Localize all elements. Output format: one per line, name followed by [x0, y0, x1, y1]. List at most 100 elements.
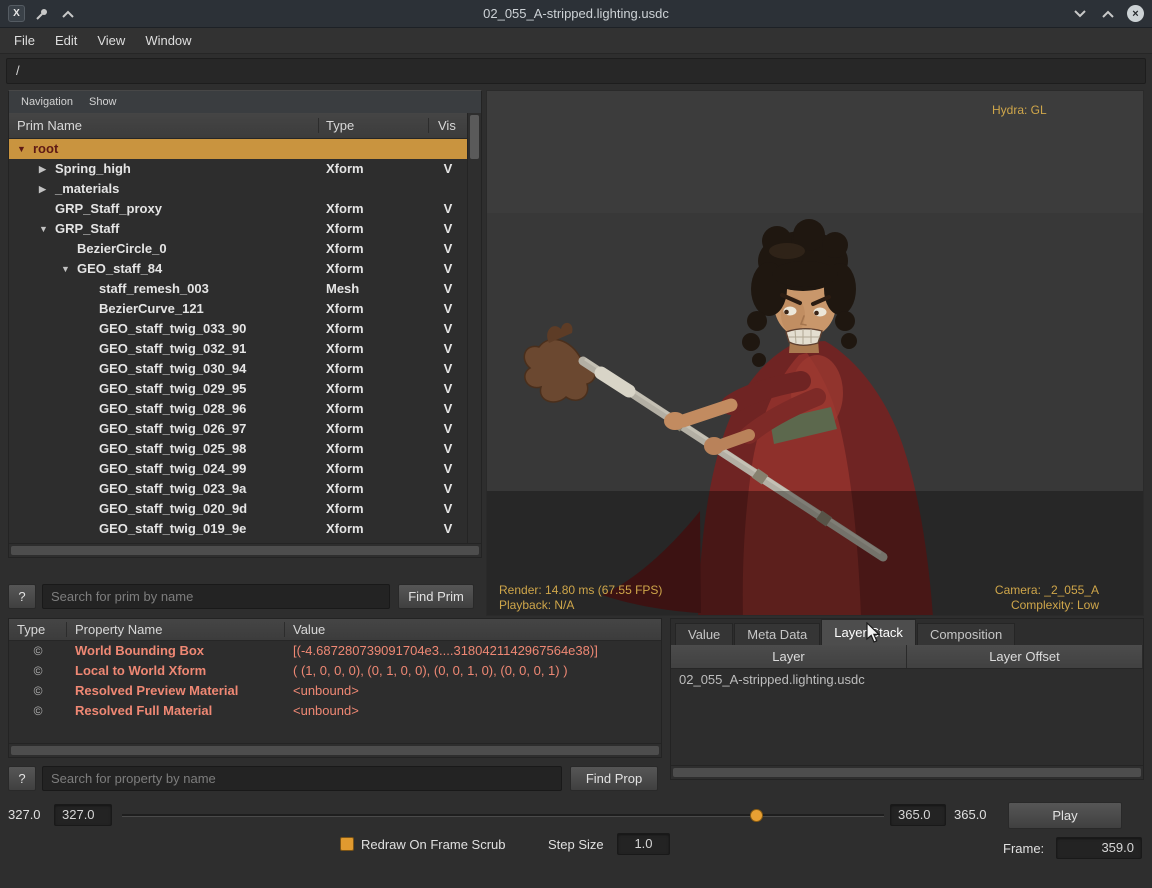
prim-visibility[interactable]: V [429, 379, 467, 399]
chevron-down-icon[interactable] [1071, 5, 1089, 23]
prim-visibility[interactable]: V [429, 259, 467, 279]
property-value: <unbound> [285, 701, 661, 721]
column-header-type[interactable]: Type [9, 622, 67, 637]
tab-navigation[interactable]: Navigation [15, 96, 79, 108]
frame-field[interactable]: 359.0 [1056, 837, 1142, 859]
prim-visibility[interactable]: V [429, 299, 467, 319]
prim-visibility[interactable]: V [429, 339, 467, 359]
prim-row-GRP_Staff[interactable]: ▼GRP_StaffXformV [9, 219, 467, 239]
layer-horizontal-scrollbar[interactable] [671, 765, 1143, 779]
shade-icon[interactable] [59, 5, 77, 23]
tree-vertical-scrollbar[interactable] [467, 113, 481, 543]
range-start-field[interactable]: 327.0 [54, 804, 112, 826]
menu-edit[interactable]: Edit [45, 28, 87, 54]
collapse-arrow-icon[interactable]: ▼ [17, 139, 33, 159]
prim-row-GEO_staff_84[interactable]: ▼GEO_staff_84XformV [9, 259, 467, 279]
prim-row-GEO_staff_twig_020_9d[interactable]: GEO_staff_twig_020_9dXformV [9, 499, 467, 519]
prim-row-GEO_staff_twig_025_98[interactable]: GEO_staff_twig_025_98XformV [9, 439, 467, 459]
prim-visibility[interactable]: V [429, 439, 467, 459]
find-prop-button[interactable]: Find Prop [570, 766, 658, 791]
layer-row[interactable]: 02_055_A-stripped.lighting.usdc [671, 669, 1143, 691]
path-bar[interactable]: / [6, 58, 1146, 84]
prim-visibility[interactable]: V [429, 219, 467, 239]
redraw-on-frame-scrub-checkbox[interactable] [340, 837, 354, 851]
prim-row-GEO_staff_twig_023_9a[interactable]: GEO_staff_twig_023_9aXformV [9, 479, 467, 499]
step-size-field[interactable]: 1.0 [617, 833, 670, 855]
scrollbar-thumb[interactable] [11, 546, 479, 555]
prim-row-GEO_staff_twig_019_9e[interactable]: GEO_staff_twig_019_9eXformV [9, 519, 467, 539]
prim-row-GRP_Staff_proxy[interactable]: GRP_Staff_proxyXformV [9, 199, 467, 219]
find-prim-button[interactable]: Find Prim [398, 584, 474, 609]
pin-icon[interactable] [33, 5, 51, 23]
prim-visibility[interactable]: V [429, 419, 467, 439]
property-search-input[interactable] [42, 766, 562, 791]
tab-show[interactable]: Show [83, 96, 123, 108]
column-header-layer-offset[interactable]: Layer Offset [907, 645, 1143, 668]
close-button[interactable]: × [1127, 5, 1144, 22]
property-row[interactable]: ©World Bounding Box[(-4.687280739091704e… [9, 641, 661, 661]
prim-visibility[interactable]: V [429, 319, 467, 339]
prim-row-GEO_staff_twig_030_94[interactable]: GEO_staff_twig_030_94XformV [9, 359, 467, 379]
prim-row-root[interactable]: ▼root [9, 139, 467, 159]
prim-visibility[interactable]: V [429, 239, 467, 259]
property-row[interactable]: ©Resolved Full Material<unbound> [9, 701, 661, 721]
prim-row-GEO_staff_twig_029_95[interactable]: GEO_staff_twig_029_95XformV [9, 379, 467, 399]
column-header-vis[interactable]: Vis [429, 118, 467, 133]
prim-row-GEO_staff_twig_026_97[interactable]: GEO_staff_twig_026_97XformV [9, 419, 467, 439]
prim-search-input[interactable] [42, 584, 390, 609]
chevron-up-icon[interactable] [1099, 5, 1117, 23]
column-header-layer[interactable]: Layer [671, 645, 907, 668]
frame-slider-handle[interactable] [750, 809, 763, 822]
scrollbar-thumb[interactable] [470, 115, 479, 159]
prim-visibility[interactable]: V [429, 499, 467, 519]
prim-visibility[interactable]: V [429, 199, 467, 219]
column-header-property-name[interactable]: Property Name [67, 622, 285, 637]
prim-visibility[interactable] [429, 139, 467, 159]
prim-visibility[interactable]: V [429, 399, 467, 419]
prim-visibility[interactable]: V [429, 479, 467, 499]
tab-meta-data[interactable]: Meta Data [734, 623, 820, 645]
prim-visibility[interactable]: V [429, 519, 467, 539]
range-end-field[interactable]: 365.0 [890, 804, 946, 826]
prim-row-BezierCurve_121[interactable]: BezierCurve_121XformV [9, 299, 467, 319]
prim-row-GEO_staff_twig_024_99[interactable]: GEO_staff_twig_024_99XformV [9, 459, 467, 479]
prim-row-staff_remesh_003[interactable]: staff_remesh_003MeshV [9, 279, 467, 299]
prim-row-GEO_staff_twig_032_91[interactable]: GEO_staff_twig_032_91XformV [9, 339, 467, 359]
prim-row-BezierCircle_0[interactable]: BezierCircle_0XformV [9, 239, 467, 259]
property-row[interactable]: ©Resolved Preview Material<unbound> [9, 681, 661, 701]
tab-value[interactable]: Value [675, 623, 733, 645]
menu-view[interactable]: View [87, 28, 135, 54]
menu-file[interactable]: File [4, 28, 45, 54]
property-horizontal-scrollbar[interactable] [9, 743, 661, 757]
prim-row-GEO_staff_twig_028_96[interactable]: GEO_staff_twig_028_96XformV [9, 399, 467, 419]
scrollbar-thumb[interactable] [11, 746, 659, 755]
property-name: Resolved Full Material [67, 701, 285, 721]
menu-window[interactable]: Window [135, 28, 201, 54]
play-button[interactable]: Play [1008, 802, 1122, 829]
frame-slider[interactable] [122, 814, 884, 817]
prim-visibility[interactable]: V [429, 159, 467, 179]
prim-row-Spring_high[interactable]: ▶Spring_highXformV [9, 159, 467, 179]
column-header-type[interactable]: Type [319, 118, 429, 133]
prim-row-GEO_staff_twig_033_90[interactable]: GEO_staff_twig_033_90XformV [9, 319, 467, 339]
collapse-arrow-icon[interactable]: ▼ [39, 219, 55, 239]
prim-visibility[interactable]: V [429, 459, 467, 479]
prim-help-button[interactable]: ? [8, 584, 36, 609]
prim-name: GEO_staff_84 [77, 259, 162, 279]
property-row[interactable]: ©Local to World Xform( (1, 0, 0, 0), (0,… [9, 661, 661, 681]
column-header-value[interactable]: Value [285, 622, 661, 637]
collapse-arrow-icon[interactable]: ▼ [61, 259, 77, 279]
viewport[interactable]: Hydra: GL Render: 14.80 ms (67.55 FPS) P… [486, 90, 1144, 616]
expand-arrow-icon[interactable]: ▶ [39, 179, 55, 199]
tree-horizontal-scrollbar[interactable] [9, 543, 481, 557]
prim-row-_materials[interactable]: ▶_materials [9, 179, 467, 199]
prim-visibility[interactable]: V [429, 279, 467, 299]
column-header-prim-name[interactable]: Prim Name [9, 118, 319, 133]
tab-composition[interactable]: Composition [917, 623, 1015, 645]
property-help-button[interactable]: ? [8, 766, 36, 791]
prim-visibility[interactable]: V [429, 359, 467, 379]
prim-visibility[interactable] [429, 179, 467, 199]
scrollbar-thumb[interactable] [673, 768, 1141, 777]
expand-arrow-icon[interactable]: ▶ [39, 159, 55, 179]
prim-name: staff_remesh_003 [99, 279, 209, 299]
